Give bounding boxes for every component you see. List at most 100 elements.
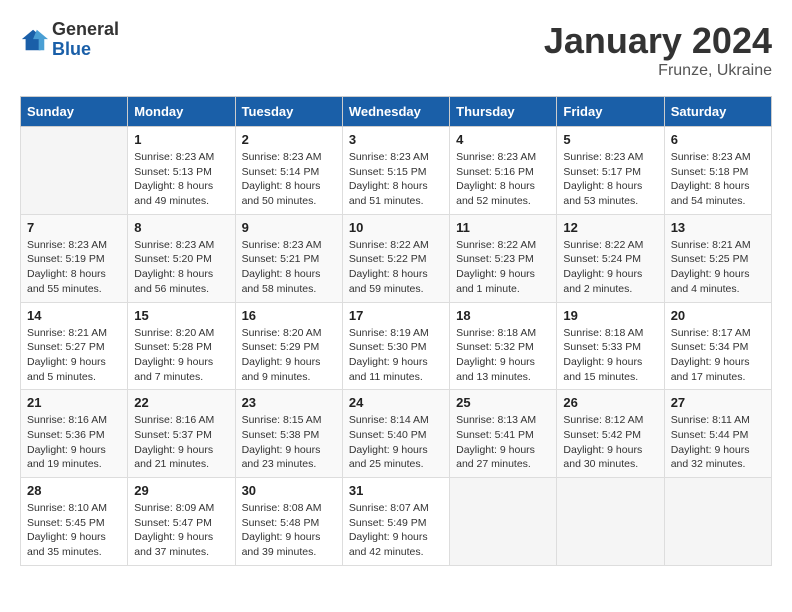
day-info: Sunrise: 8:23 AMSunset: 5:16 PMDaylight:… <box>456 150 550 209</box>
day-number: 14 <box>27 308 121 323</box>
day-number: 17 <box>349 308 443 323</box>
calendar-cell <box>664 478 771 566</box>
calendar-cell: 17 Sunrise: 8:19 AMSunset: 5:30 PMDayligh… <box>342 302 449 390</box>
day-info: Sunrise: 8:20 AMSunset: 5:28 PMDaylight:… <box>134 326 228 385</box>
calendar-cell: 13 Sunrise: 8:21 AMSunset: 5:25 PMDayligh… <box>664 214 771 302</box>
calendar-cell: 23 Sunrise: 8:15 AMSunset: 5:38 PMDayligh… <box>235 390 342 478</box>
day-info: Sunrise: 8:23 AMSunset: 5:15 PMDaylight:… <box>349 150 443 209</box>
col-header-wednesday: Wednesday <box>342 97 449 127</box>
day-number: 9 <box>242 220 336 235</box>
day-info: Sunrise: 8:22 AMSunset: 5:22 PMDaylight:… <box>349 238 443 297</box>
day-number: 27 <box>671 395 765 410</box>
day-number: 30 <box>242 483 336 498</box>
day-info: Sunrise: 8:07 AMSunset: 5:49 PMDaylight:… <box>349 501 443 560</box>
calendar-cell: 3 Sunrise: 8:23 AMSunset: 5:15 PMDaylight… <box>342 127 449 215</box>
day-info: Sunrise: 8:23 AMSunset: 5:13 PMDaylight:… <box>134 150 228 209</box>
day-info: Sunrise: 8:23 AMSunset: 5:18 PMDaylight:… <box>671 150 765 209</box>
day-info: Sunrise: 8:21 AMSunset: 5:27 PMDaylight:… <box>27 326 121 385</box>
day-info: Sunrise: 8:22 AMSunset: 5:24 PMDaylight:… <box>563 238 657 297</box>
day-info: Sunrise: 8:11 AMSunset: 5:44 PMDaylight:… <box>671 413 765 472</box>
day-info: Sunrise: 8:12 AMSunset: 5:42 PMDaylight:… <box>563 413 657 472</box>
day-info: Sunrise: 8:09 AMSunset: 5:47 PMDaylight:… <box>134 501 228 560</box>
day-number: 11 <box>456 220 550 235</box>
calendar-cell: 26 Sunrise: 8:12 AMSunset: 5:42 PMDayligh… <box>557 390 664 478</box>
day-number: 26 <box>563 395 657 410</box>
day-number: 2 <box>242 132 336 147</box>
day-number: 22 <box>134 395 228 410</box>
calendar-cell <box>450 478 557 566</box>
calendar-cell: 18 Sunrise: 8:18 AMSunset: 5:32 PMDayligh… <box>450 302 557 390</box>
col-header-monday: Monday <box>128 97 235 127</box>
calendar-cell: 12Sunrise: 8:22 AMSunset: 5:24 PMDayligh… <box>557 214 664 302</box>
day-number: 20 <box>671 308 765 323</box>
calendar-cell: 14 Sunrise: 8:21 AMSunset: 5:27 PMDayligh… <box>21 302 128 390</box>
day-number: 24 <box>349 395 443 410</box>
calendar-cell: 27 Sunrise: 8:11 AMSunset: 5:44 PMDayligh… <box>664 390 771 478</box>
day-number: 15 <box>134 308 228 323</box>
day-info: Sunrise: 8:23 AMSunset: 5:14 PMDaylight:… <box>242 150 336 209</box>
day-number: 1 <box>134 132 228 147</box>
day-info: Sunrise: 8:22 AMSunset: 5:23 PMDaylight:… <box>456 238 550 297</box>
day-info: Sunrise: 8:15 AMSunset: 5:38 PMDaylight:… <box>242 413 336 472</box>
calendar-table: SundayMondayTuesdayWednesdayThursdayFrid… <box>20 96 772 566</box>
day-info: Sunrise: 8:23 AMSunset: 5:20 PMDaylight:… <box>134 238 228 297</box>
day-info: Sunrise: 8:21 AMSunset: 5:25 PMDaylight:… <box>671 238 765 297</box>
day-number: 5 <box>563 132 657 147</box>
calendar-week-row: 21Sunrise: 8:16 AMSunset: 5:36 PMDayligh… <box>21 390 772 478</box>
calendar-week-row: 7 Sunrise: 8:23 AMSunset: 5:19 PMDaylight… <box>21 214 772 302</box>
calendar-cell: 1 Sunrise: 8:23 AMSunset: 5:13 PMDaylight… <box>128 127 235 215</box>
day-number: 19 <box>563 308 657 323</box>
calendar-week-row: 28Sunrise: 8:10 AMSunset: 5:45 PMDayligh… <box>21 478 772 566</box>
day-info: Sunrise: 8:23 AMSunset: 5:21 PMDaylight:… <box>242 238 336 297</box>
calendar-cell: 9 Sunrise: 8:23 AMSunset: 5:21 PMDaylight… <box>235 214 342 302</box>
calendar-cell: 15 Sunrise: 8:20 AMSunset: 5:28 PMDayligh… <box>128 302 235 390</box>
title-block: January 2024 Frunze, Ukraine <box>544 20 772 80</box>
calendar-cell <box>21 127 128 215</box>
day-info: Sunrise: 8:16 AMSunset: 5:36 PMDaylight:… <box>27 413 121 472</box>
calendar-cell: 25Sunrise: 8:13 AMSunset: 5:41 PMDayligh… <box>450 390 557 478</box>
day-number: 4 <box>456 132 550 147</box>
day-number: 10 <box>349 220 443 235</box>
calendar-cell: 28Sunrise: 8:10 AMSunset: 5:45 PMDayligh… <box>21 478 128 566</box>
day-number: 3 <box>349 132 443 147</box>
day-number: 25 <box>456 395 550 410</box>
day-info: Sunrise: 8:23 AMSunset: 5:17 PMDaylight:… <box>563 150 657 209</box>
calendar-cell: 21Sunrise: 8:16 AMSunset: 5:36 PMDayligh… <box>21 390 128 478</box>
day-info: Sunrise: 8:17 AMSunset: 5:34 PMDaylight:… <box>671 326 765 385</box>
col-header-sunday: Sunday <box>21 97 128 127</box>
day-info: Sunrise: 8:18 AMSunset: 5:33 PMDaylight:… <box>563 326 657 385</box>
day-number: 13 <box>671 220 765 235</box>
calendar-header-row: SundayMondayTuesdayWednesdayThursdayFrid… <box>21 97 772 127</box>
location-subtitle: Frunze, Ukraine <box>544 62 772 80</box>
logo-icon <box>20 26 48 54</box>
page-header: General Blue January 2024 Frunze, Ukrain… <box>20 20 772 80</box>
day-number: 18 <box>456 308 550 323</box>
calendar-week-row: 1 Sunrise: 8:23 AMSunset: 5:13 PMDaylight… <box>21 127 772 215</box>
day-info: Sunrise: 8:16 AMSunset: 5:37 PMDaylight:… <box>134 413 228 472</box>
day-number: 16 <box>242 308 336 323</box>
day-number: 23 <box>242 395 336 410</box>
calendar-cell: 16Sunrise: 8:20 AMSunset: 5:29 PMDayligh… <box>235 302 342 390</box>
day-info: Sunrise: 8:19 AMSunset: 5:30 PMDaylight:… <box>349 326 443 385</box>
calendar-cell: 2 Sunrise: 8:23 AMSunset: 5:14 PMDaylight… <box>235 127 342 215</box>
day-number: 29 <box>134 483 228 498</box>
calendar-cell: 22 Sunrise: 8:16 AMSunset: 5:37 PMDayligh… <box>128 390 235 478</box>
day-info: Sunrise: 8:18 AMSunset: 5:32 PMDaylight:… <box>456 326 550 385</box>
logo: General Blue <box>20 20 119 60</box>
calendar-cell: 6Sunrise: 8:23 AMSunset: 5:18 PMDaylight… <box>664 127 771 215</box>
calendar-cell: 19 Sunrise: 8:18 AMSunset: 5:33 PMDayligh… <box>557 302 664 390</box>
day-number: 31 <box>349 483 443 498</box>
month-year-title: January 2024 <box>544 20 772 62</box>
col-header-saturday: Saturday <box>664 97 771 127</box>
calendar-cell <box>557 478 664 566</box>
calendar-cell: 31 Sunrise: 8:07 AMSunset: 5:49 PMDayligh… <box>342 478 449 566</box>
calendar-cell: 24 Sunrise: 8:14 AMSunset: 5:40 PMDayligh… <box>342 390 449 478</box>
day-number: 28 <box>27 483 121 498</box>
col-header-thursday: Thursday <box>450 97 557 127</box>
day-number: 8 <box>134 220 228 235</box>
day-number: 7 <box>27 220 121 235</box>
logo-blue-text: Blue <box>52 40 119 60</box>
day-info: Sunrise: 8:23 AMSunset: 5:19 PMDaylight:… <box>27 238 121 297</box>
day-info: Sunrise: 8:14 AMSunset: 5:40 PMDaylight:… <box>349 413 443 472</box>
calendar-cell: 29 Sunrise: 8:09 AMSunset: 5:47 PMDayligh… <box>128 478 235 566</box>
